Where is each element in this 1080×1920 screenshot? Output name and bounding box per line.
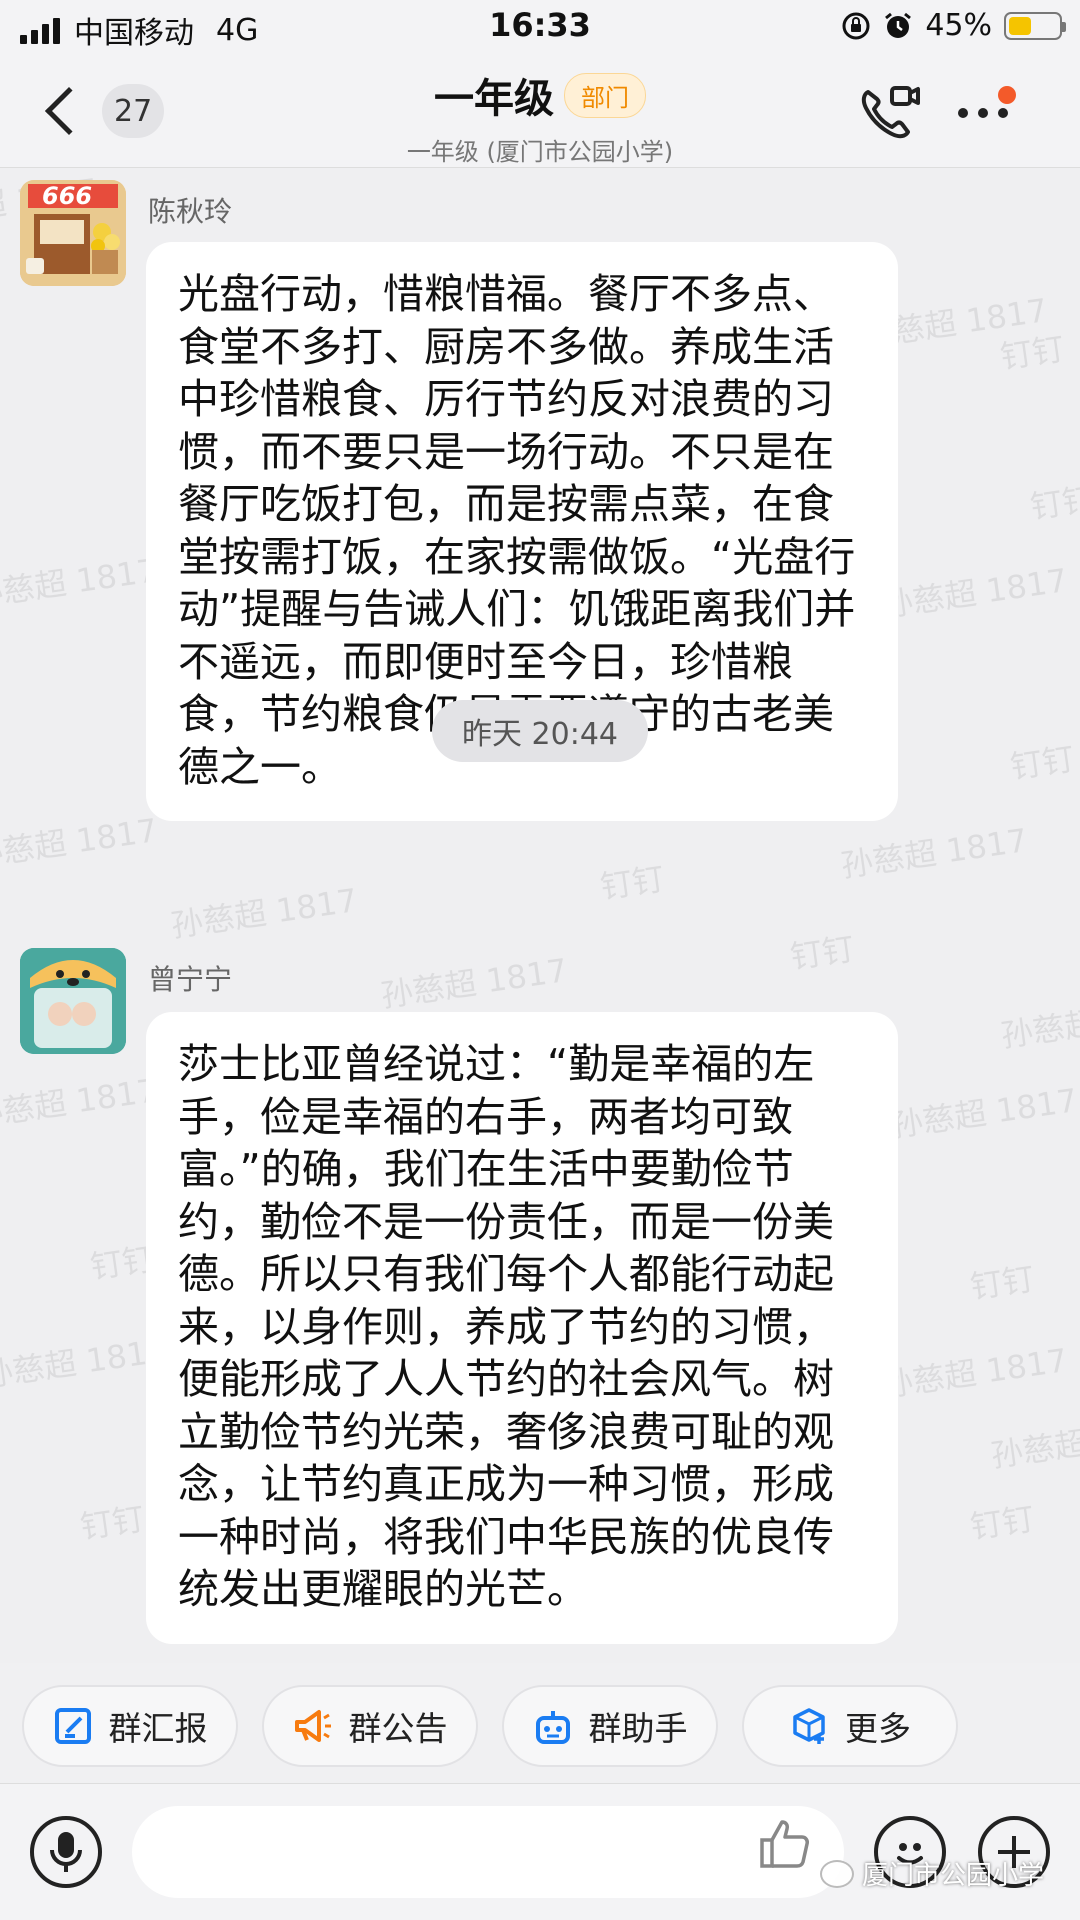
orientation-lock-icon: [842, 12, 870, 39]
quick-action-label: 更多: [845, 1709, 911, 1748]
watermark-text: 钉钉: [1007, 739, 1077, 787]
thumbs-up-icon[interactable]: [756, 1816, 812, 1872]
watermark-text: 孙慈超 1817: [878, 1341, 1070, 1405]
alarm-icon: [885, 12, 912, 38]
cube-plus-icon: [793, 1708, 825, 1744]
watermark-text: 孙慈超 1817: [378, 951, 570, 1015]
watermark-text: 孙慈超 1817: [0, 1331, 170, 1395]
voice-button[interactable]: [30, 1816, 102, 1888]
video-call-icon: [861, 86, 920, 139]
watermark-text: 孙慈超 1817: [878, 561, 1070, 625]
avatar-image-icon: [20, 948, 126, 1054]
quick-action-report[interactable]: 群汇报: [22, 1685, 238, 1767]
quick-action-bar: 群汇报 群公告 群助手 更多: [0, 1663, 1080, 1783]
notification-dot: [998, 86, 1016, 104]
avatar-chen[interactable]: 666: [20, 180, 126, 286]
more-icon: [958, 108, 1018, 118]
watermark-text: 孙慈超 1817: [988, 1411, 1080, 1475]
avatar-badge: 666: [42, 182, 93, 210]
chat-header: 27 一年级 部门 一年级 (厦门市公园小学): [0, 56, 1080, 168]
quick-action-announcement[interactable]: 群公告: [262, 1685, 478, 1767]
watermark-text: 钉钉: [77, 1499, 147, 1547]
input-bar: [0, 1783, 1080, 1920]
watermark-text: 钉钉: [1027, 479, 1080, 527]
watermark-text: 钉钉: [967, 1499, 1037, 1547]
network-label: 4G: [216, 12, 259, 48]
watermark-text: 孙慈超 1817: [838, 821, 1030, 885]
watermark-text: 孙慈超 1817: [998, 991, 1080, 1055]
quick-action-assistant[interactable]: 群助手: [502, 1685, 718, 1767]
watermark-text: 孙慈超 1817: [168, 881, 360, 945]
robot-icon: [535, 1711, 570, 1744]
sender-name: 陈秋玲: [148, 195, 233, 228]
message-input[interactable]: [132, 1806, 844, 1898]
more-button[interactable]: [958, 86, 1018, 132]
quick-action-label: 群公告: [348, 1709, 448, 1748]
group-title: 一年级: [434, 76, 554, 122]
credit-text: 厦门市公园小学: [862, 1861, 1045, 1891]
department-tag: 部门: [564, 72, 646, 118]
watermark-text: 钉钉: [997, 329, 1067, 377]
status-right: 45%: [841, 8, 1066, 43]
message-bubble[interactable]: 莎士比亚曾经说过：“勤是幸福的左手，俭是幸福的右手，两者均可致富。”的确，我们在…: [146, 1012, 898, 1644]
megaphone-icon: [294, 1710, 331, 1742]
battery-level-fill: [1009, 16, 1031, 35]
quick-action-more[interactable]: 更多: [742, 1685, 958, 1767]
microphone-icon: [50, 1832, 82, 1872]
watermark-text: 孙慈超 1817: [0, 811, 160, 875]
status-left: 中国移动 4G: [20, 8, 258, 52]
sender-name: 曾宁宁: [148, 963, 233, 996]
video-call-button[interactable]: [858, 82, 922, 142]
signal-icon: [20, 16, 60, 44]
quick-action-label: 群助手: [588, 1709, 688, 1748]
report-icon: [54, 1708, 91, 1744]
source-credit: 厦门市公园小学: [820, 1855, 1044, 1892]
wechat-logo-icon: [820, 1859, 854, 1888]
watermark-text: 钉钉: [967, 1259, 1037, 1307]
avatar-zeng[interactable]: [20, 948, 126, 1054]
watermark-text: 钉钉: [597, 859, 667, 907]
carrier-label: 中国移动: [74, 16, 194, 51]
battery-percent: 45%: [925, 8, 992, 43]
battery-icon: [1004, 11, 1066, 40]
message-list[interactable]: 孙慈超 1817钉钉孙慈超 1817钉钉孙慈超 1817孙慈超 1817孙慈超 …: [0, 168, 1080, 1663]
status-bar: 中国移动 4G 16:33 45%: [0, 0, 1080, 56]
watermark-text: 孙慈超 1817: [0, 1071, 160, 1135]
watermark-text: 孙慈超 1817: [0, 551, 160, 615]
watermark-text: 钉钉: [787, 929, 857, 977]
time-separator: 昨天 20:44: [432, 700, 648, 762]
quick-action-label: 群汇报: [108, 1709, 208, 1748]
watermark-text: 孙慈超 1817: [888, 1081, 1080, 1145]
